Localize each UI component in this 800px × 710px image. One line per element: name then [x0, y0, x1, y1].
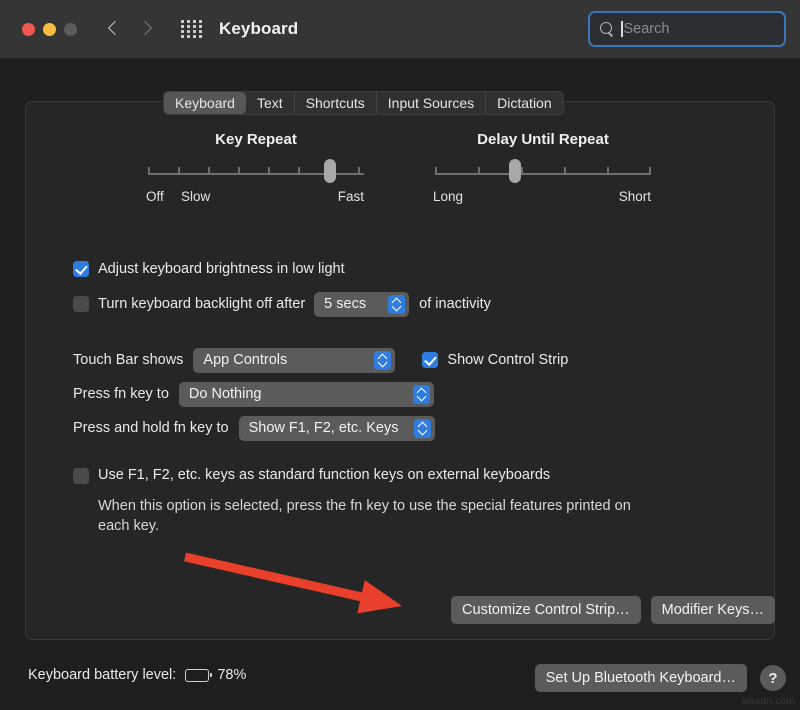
tab-keyboard[interactable]: Keyboard: [164, 92, 246, 114]
text-caret: [621, 21, 623, 37]
row-backlight-off: Turn keyboard backlight off after 5 secs…: [73, 288, 763, 320]
chevron-left-icon[interactable]: [105, 20, 123, 38]
checkbox-adjust-brightness[interactable]: [73, 261, 89, 277]
tab-shortcuts[interactable]: Shortcuts: [295, 92, 377, 114]
slider-tick: [178, 167, 180, 174]
slider-tick: [358, 167, 360, 174]
close-button[interactable]: [22, 23, 35, 36]
search-icon: [600, 22, 614, 36]
slider-tick: [268, 167, 270, 174]
label-show-control-strip: Show Control Strip: [447, 352, 568, 368]
bottom-bar: Keyboard battery level: 78% Set Up Bluet…: [0, 660, 800, 702]
tab-input-sources[interactable]: Input Sources: [377, 92, 486, 114]
search-placeholder: Search: [624, 21, 670, 37]
key-repeat-slider[interactable]: [148, 165, 364, 183]
slider-tick: [607, 167, 609, 174]
label-press-hold-fn: Press and hold fn key to: [73, 420, 229, 436]
checkbox-function-keys[interactable]: [73, 468, 89, 484]
row-touch-bar: Touch Bar shows App Controls Show Contro…: [73, 343, 763, 377]
description-line-2: each key.: [98, 516, 763, 536]
page-title: Keyboard: [219, 19, 298, 39]
delay-repeat-label: Delay Until Repeat: [435, 131, 651, 148]
label-of-inactivity: of inactivity: [419, 296, 491, 312]
slider-label-short: Short: [619, 189, 651, 204]
slider-tick: [478, 167, 480, 174]
label-function-keys: Use F1, F2, etc. keys as standard functi…: [98, 467, 550, 483]
chevron-updown-icon[interactable]: [414, 419, 431, 438]
battery-status: Keyboard battery level: 78%: [28, 667, 246, 683]
select-touch-bar-value: App Controls: [203, 352, 287, 368]
slider-thumb[interactable]: [509, 159, 521, 183]
key-repeat-end-labels: Off Slow Fast: [148, 189, 364, 207]
slider-tick: [148, 167, 150, 174]
select-touch-bar[interactable]: App Controls: [193, 348, 395, 373]
watermark: wsxdn.com: [742, 696, 795, 707]
battery-label: Keyboard battery level:: [28, 667, 176, 683]
checkbox-backlight-off[interactable]: [73, 296, 89, 312]
select-press-fn[interactable]: Do Nothing: [179, 382, 434, 407]
label-backlight-off: Turn keyboard backlight off after: [98, 296, 305, 312]
chevron-updown-icon[interactable]: [413, 385, 430, 404]
slider-tick: [435, 167, 437, 174]
zoom-button: [64, 23, 77, 36]
slider-tick: [649, 167, 651, 174]
key-repeat-group: Key Repeat Off Slow Fast: [148, 131, 364, 207]
slider-label-fast: Fast: [338, 189, 364, 204]
battery-percent: 78%: [217, 667, 246, 683]
slider-tick: [238, 167, 240, 174]
slider-label-slow: Slow: [181, 189, 210, 204]
select-press-hold-fn[interactable]: Show F1, F2, etc. Keys: [239, 416, 435, 441]
help-button[interactable]: ?: [760, 665, 786, 691]
slider-track: [435, 173, 651, 175]
delay-repeat-end-labels: Long Short: [435, 189, 651, 207]
traffic-lights: [22, 23, 77, 36]
checkbox-show-control-strip[interactable]: [422, 352, 438, 368]
select-backlight-delay[interactable]: 5 secs: [314, 292, 409, 317]
label-touch-bar: Touch Bar shows: [73, 352, 183, 368]
panel-button-row: Customize Control Strip… Modifier Keys…: [451, 596, 775, 624]
row-function-keys: Use F1, F2, etc. keys as standard functi…: [73, 467, 763, 493]
customize-control-strip-button[interactable]: Customize Control Strip…: [451, 596, 641, 624]
chevron-right-icon: [137, 20, 155, 38]
setup-bluetooth-keyboard-button[interactable]: Set Up Bluetooth Keyboard…: [535, 664, 747, 692]
slider-tick: [564, 167, 566, 174]
select-backlight-delay-value: 5 secs: [324, 296, 366, 312]
chevron-updown-icon[interactable]: [374, 351, 391, 370]
delay-repeat-slider[interactable]: [435, 165, 651, 183]
select-press-fn-value: Do Nothing: [189, 386, 262, 402]
select-press-hold-fn-value: Show F1, F2, etc. Keys: [249, 420, 399, 436]
slider-thumb[interactable]: [324, 159, 336, 183]
row-press-hold-fn: Press and hold fn key to Show F1, F2, et…: [73, 411, 763, 445]
minimize-button[interactable]: [43, 23, 56, 36]
slider-tick: [208, 167, 210, 174]
delay-until-repeat-group: Delay Until Repeat Long Short: [435, 131, 651, 207]
description-line-1: When this option is selected, press the …: [98, 496, 763, 516]
chevron-updown-icon[interactable]: [388, 295, 405, 314]
search-input[interactable]: Search: [588, 11, 786, 47]
tab-text[interactable]: Text: [246, 92, 295, 114]
row-press-fn: Press fn key to Do Nothing: [73, 377, 763, 411]
label-adjust-brightness: Adjust keyboard brightness in low light: [98, 261, 345, 277]
bottom-right-controls: Set Up Bluetooth Keyboard… ?: [535, 664, 786, 692]
slider-label-off: Off: [146, 189, 164, 204]
modifier-keys-button[interactable]: Modifier Keys…: [651, 596, 775, 624]
tab-dictation[interactable]: Dictation: [486, 92, 562, 114]
row-adjust-brightness: Adjust keyboard brightness in low light: [73, 255, 763, 282]
tab-bar: Keyboard Text Shortcuts Input Sources Di…: [163, 91, 564, 115]
label-press-fn: Press fn key to: [73, 386, 169, 402]
nav-buttons: [105, 20, 155, 38]
options-form: Adjust keyboard brightness in low light …: [73, 255, 763, 536]
slider-tick: [521, 167, 523, 174]
function-keys-description: When this option is selected, press the …: [98, 496, 763, 536]
slider-tick: [298, 167, 300, 174]
slider-label-long: Long: [433, 189, 463, 204]
grid-apps-icon[interactable]: [181, 20, 203, 38]
key-repeat-label: Key Repeat: [148, 131, 364, 148]
battery-icon: [185, 669, 209, 682]
